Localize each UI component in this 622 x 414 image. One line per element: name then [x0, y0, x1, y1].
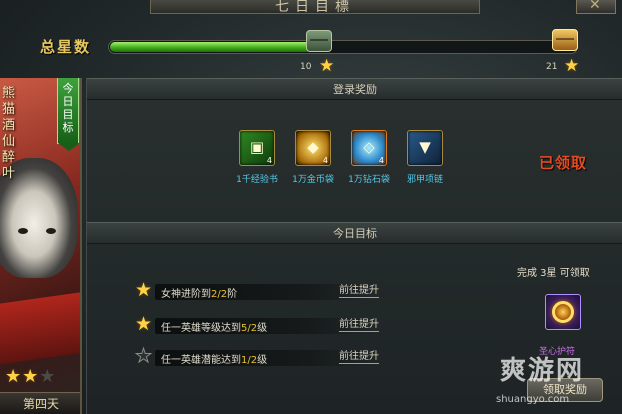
title-bar: 七日目標	[150, 0, 480, 15]
star-icon: ★	[22, 366, 40, 387]
hero-scarf	[0, 291, 80, 365]
star-icon: ★	[135, 279, 153, 301]
star-progress-bar	[108, 40, 578, 54]
close-icon: ✕	[589, 0, 601, 13]
gold-chest-icon[interactable]	[552, 29, 578, 51]
goto-upgrade-link[interactable]: 前往提升	[339, 351, 379, 364]
reward-item[interactable]: ◆ 4 1万金币袋	[292, 130, 334, 185]
day-label: 第四天	[0, 392, 80, 414]
reward-item[interactable]: ▼ 邪甲项链	[405, 130, 445, 185]
watermark-text: 爽游网	[500, 356, 585, 386]
claim-requirement: 完成 3星 可领取	[517, 268, 590, 279]
star-progress-fill	[110, 42, 312, 52]
task-text: 女神进阶到2/2阶	[161, 289, 238, 300]
seven-day-goal-window: 七日目標 ✕ 总星数 10 ★ 21 ★ 熊猫酒仙醉叶 今日目标 ★★★ 第四天…	[0, 0, 622, 414]
hero-eye	[18, 228, 28, 234]
reward-name: 1千经验书	[236, 175, 278, 185]
today-goal-tag: 今日目标	[57, 78, 80, 151]
reward-count: 4	[266, 156, 272, 165]
gold-bag-icon: ◆ 4	[295, 130, 331, 166]
task-text: 任一英雄潜能达到1/2级	[161, 355, 268, 366]
today-goal-header: 今日目标	[87, 222, 622, 244]
hero-panel: 熊猫酒仙醉叶 今日目标 ★★★ 第四天	[0, 78, 82, 414]
reward-name: 1万金币袋	[292, 175, 334, 185]
star-total-label: 总星数	[40, 38, 92, 56]
hero-name: 熊猫酒仙醉叶	[2, 86, 16, 181]
goto-upgrade-link[interactable]: 前往提升	[339, 285, 379, 298]
reward-item[interactable]: ▣ 4 1千经验书	[236, 130, 278, 185]
necklace-icon: ▼	[407, 130, 443, 166]
task-text: 任一英雄等级达到5/2级	[161, 323, 268, 334]
claimed-status: 已领取	[539, 154, 588, 172]
window-title: 七日目標	[275, 0, 355, 15]
hero-stars: ★★★	[5, 366, 56, 387]
reward-item[interactable]: ◇ 4 1万钻石袋	[348, 130, 390, 185]
task-progress: 5/2	[241, 323, 258, 334]
reward-name: 邪甲项链	[406, 175, 443, 185]
star-icon: ★	[5, 366, 23, 387]
reward-count: 4	[322, 156, 328, 165]
star-empty-icon: ★	[134, 345, 153, 368]
diamond-bag-icon: ◇ 4	[351, 130, 387, 166]
exp-book-icon: ▣ 4	[239, 130, 275, 166]
watermark: 爽游网 shuangyo.com	[496, 350, 622, 414]
star-icon: ★	[135, 313, 153, 335]
milestone-star-icon: ★	[564, 56, 580, 76]
goto-upgrade-link[interactable]: 前往提升	[339, 319, 379, 332]
task-progress: 1/2	[241, 355, 258, 366]
milestone-star-icon: ★	[319, 56, 335, 76]
milestone-value: 10	[300, 62, 312, 72]
watermark-url: shuangyo.com	[496, 394, 570, 405]
hero-eye	[46, 228, 56, 234]
login-reward-list: ▣ 4 1千经验书 ◆ 4 1万金币袋 ◇ 4 1万钻石袋 ▼ 邪甲项链	[236, 130, 457, 200]
amulet-icon[interactable]	[545, 294, 581, 330]
close-button[interactable]: ✕	[576, 0, 616, 14]
reward-name: 1万钻石袋	[348, 175, 390, 185]
star-empty-icon: ★	[39, 366, 57, 387]
milestone-value: 21	[546, 62, 558, 72]
login-reward-header: 登录奖励	[87, 78, 622, 100]
task-progress: 2/2	[211, 289, 228, 300]
reward-count: 4	[378, 156, 384, 165]
green-chest-icon[interactable]	[306, 30, 332, 52]
